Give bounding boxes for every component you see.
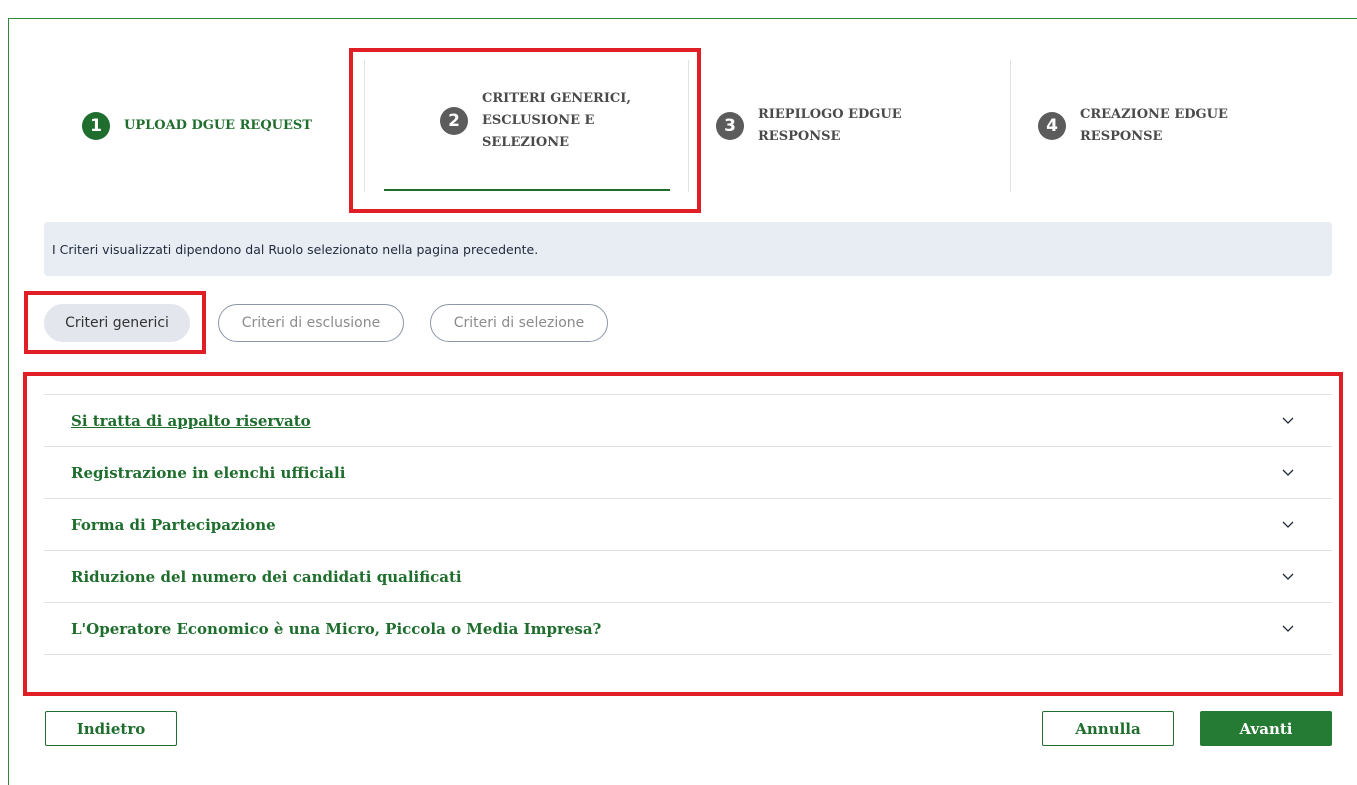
cancel-button[interactable]: Annulla — [1042, 711, 1174, 746]
chevron-down-icon[interactable] — [1282, 467, 1294, 479]
chevron-down-icon[interactable] — [1282, 623, 1294, 635]
chevron-down-icon[interactable] — [1282, 571, 1294, 583]
accordion-item-title[interactable]: L'Operatore Economico è una Micro, Picco… — [71, 620, 601, 638]
accordion-item-title[interactable]: Forma di Partecipazione — [71, 516, 276, 534]
step-number-badge: 4 — [1038, 112, 1066, 140]
page-frame-left-border — [8, 18, 9, 785]
step-creazione-edgue-response[interactable]: 4 CREAZIONE EDGUE RESPONSE — [1038, 56, 1328, 196]
step-label: RIEPILOGO EDGUE RESPONSE — [758, 107, 902, 144]
step-label: CREAZIONE EDGUE RESPONSE — [1080, 107, 1228, 144]
tab-criteri-di-esclusione[interactable]: Criteri di esclusione — [218, 304, 404, 342]
criteria-accordion: Si tratta di appalto riservato Registraz… — [44, 394, 1332, 655]
info-banner: I Criteri visualizzati dipendono dal Ruo… — [44, 222, 1332, 276]
accordion-item-title[interactable]: Registrazione in elenchi ufficiali — [71, 464, 345, 482]
step-number-badge: 3 — [716, 112, 744, 140]
accordion-item-registrazione-elenchi[interactable]: Registrazione in elenchi ufficiali — [44, 447, 1332, 499]
step-number-badge: 1 — [82, 112, 110, 140]
chevron-down-icon[interactable] — [1282, 519, 1294, 531]
tab-criteri-di-selezione[interactable]: Criteri di selezione — [430, 304, 608, 342]
page-frame-top-border — [8, 18, 1357, 19]
step-upload-dgue-request[interactable]: 1 UPLOAD DGUE REQUEST — [44, 56, 364, 196]
step-label: UPLOAD DGUE REQUEST — [124, 118, 312, 133]
accordion-item-pmi[interactable]: L'Operatore Economico è una Micro, Picco… — [44, 603, 1332, 655]
tab-criteri-generici[interactable]: Criteri generici — [44, 304, 190, 342]
accordion-item-title[interactable]: Riduzione del numero dei candidati quali… — [71, 568, 462, 586]
info-text: I Criteri visualizzati dipendono dal Ruo… — [52, 241, 539, 257]
highlight-box-active-step — [349, 48, 701, 213]
next-button[interactable]: Avanti — [1200, 711, 1332, 746]
accordion-item-title[interactable]: Si tratta di appalto riservato — [71, 412, 311, 430]
accordion-item-forma-partecipazione[interactable]: Forma di Partecipazione — [44, 499, 1332, 551]
accordion-item-riduzione-candidati[interactable]: Riduzione del numero dei candidati quali… — [44, 551, 1332, 603]
back-button[interactable]: Indietro — [45, 711, 177, 746]
accordion-item-appalto-riservato[interactable]: Si tratta di appalto riservato — [44, 395, 1332, 447]
step-riepilogo-edgue-response[interactable]: 3 RIEPILOGO EDGUE RESPONSE — [716, 56, 1006, 196]
chevron-down-icon[interactable] — [1282, 415, 1294, 427]
step-divider — [1010, 60, 1011, 192]
